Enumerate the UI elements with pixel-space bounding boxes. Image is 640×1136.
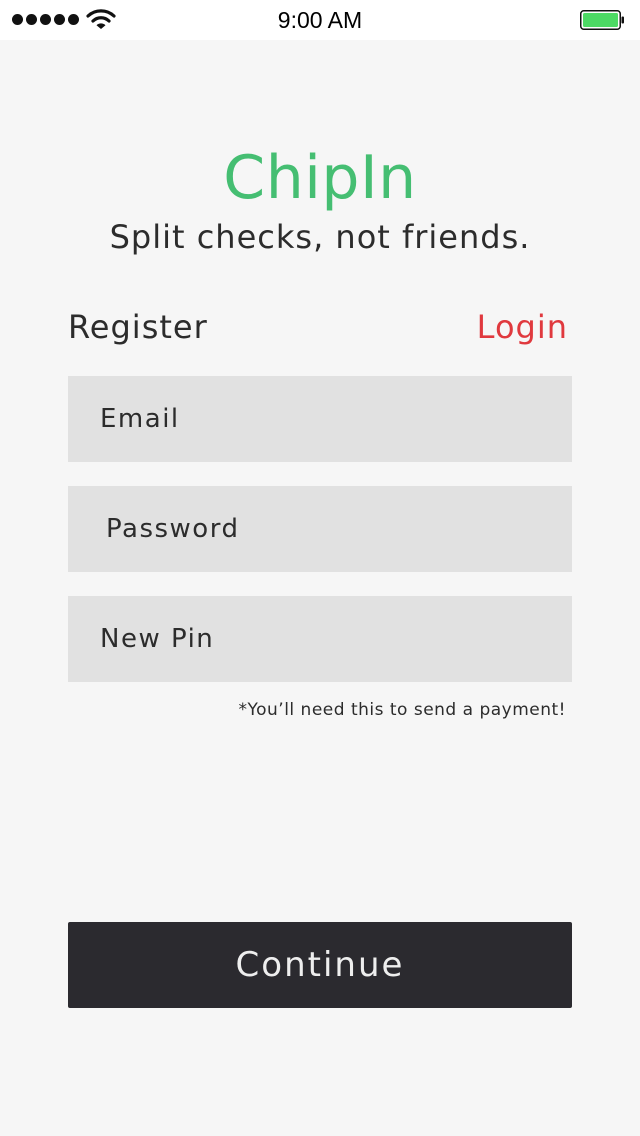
battery-icon: [580, 10, 624, 30]
pin-hint: *You’ll need this to send a payment!: [238, 700, 566, 720]
tagline: Split checks, not friends.: [109, 218, 531, 256]
password-input[interactable]: [68, 486, 572, 572]
email-input[interactable]: [68, 376, 572, 462]
tab-register[interactable]: Register: [68, 305, 208, 349]
continue-button[interactable]: Continue: [68, 922, 572, 1008]
status-bar: 9:00 AM: [0, 0, 640, 40]
app-title: ChipIn: [223, 143, 417, 213]
new-pin-input[interactable]: [68, 596, 572, 682]
status-time: 9:00 AM: [277, 7, 363, 33]
tab-login[interactable]: Login: [477, 305, 568, 349]
